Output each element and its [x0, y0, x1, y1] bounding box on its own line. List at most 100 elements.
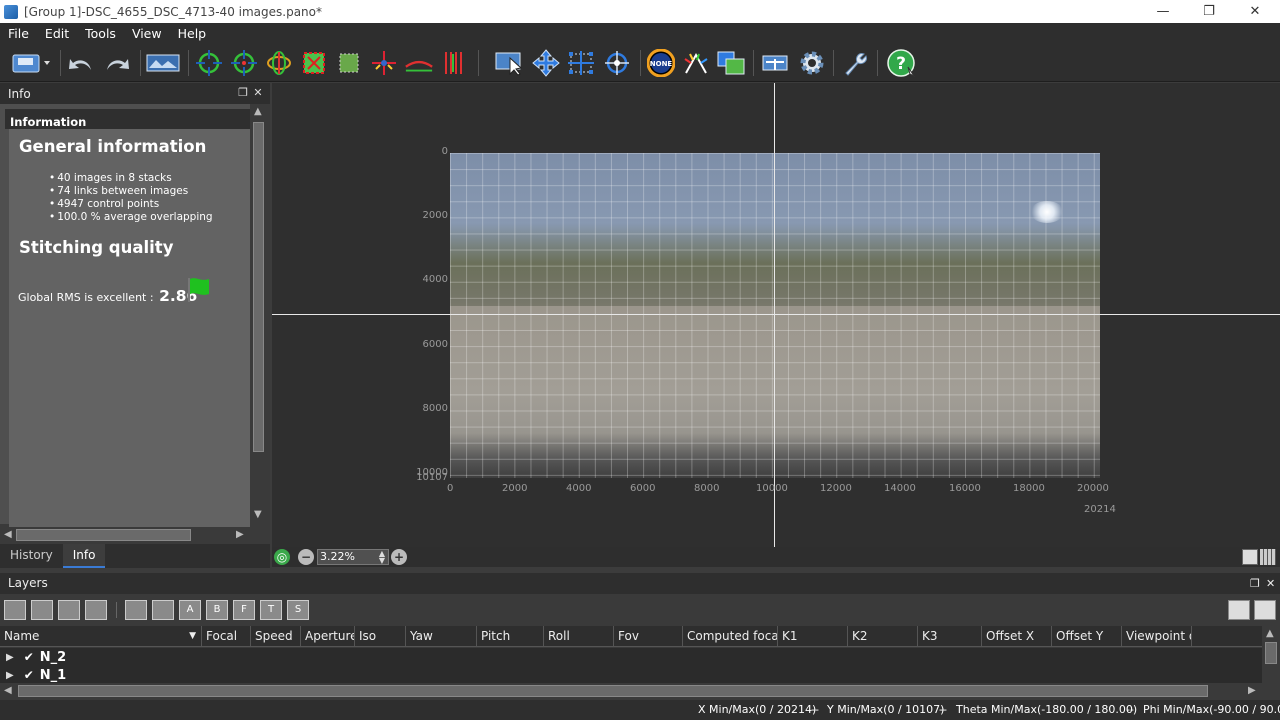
layer-t-button[interactable]: T [260, 600, 282, 620]
tab-info[interactable]: Info [62, 544, 106, 568]
y-tick-label: 4000 [422, 274, 448, 285]
layer-f-button[interactable]: F [233, 600, 255, 620]
float-dock-icon[interactable]: ❐ [236, 86, 250, 100]
zoom-fit-icon[interactable]: ◎ [274, 549, 290, 565]
layers-horizontal-scrollbar[interactable]: ◀ ▶ [0, 683, 1262, 699]
layer-a-button[interactable]: A [179, 600, 201, 620]
remove-group-icon[interactable] [152, 600, 174, 620]
scroll-left-icon[interactable]: ◀ [4, 685, 12, 696]
color-none-icon[interactable]: NONE [646, 48, 676, 78]
image-settings-icon[interactable] [85, 600, 107, 620]
horizon-icon[interactable] [264, 48, 294, 78]
layer-b-button[interactable]: B [206, 600, 228, 620]
layer-s-button[interactable]: S [287, 600, 309, 620]
target-icon[interactable] [602, 48, 632, 78]
grid-view-icon[interactable] [1260, 549, 1276, 565]
column-k3[interactable]: K3 [918, 626, 982, 647]
zoom-in-button[interactable]: + [391, 549, 407, 565]
expand-arrow-icon[interactable]: ▶ [6, 652, 14, 663]
column-focal[interactable]: Focal [202, 626, 251, 647]
tab-history[interactable]: History [0, 544, 63, 568]
add-panorama-icon[interactable] [31, 600, 53, 620]
scroll-left-icon[interactable]: ◀ [4, 529, 12, 540]
column-pitch[interactable]: Pitch [477, 626, 544, 647]
sort-arrow-icon[interactable]: ▼ [189, 626, 196, 647]
menu-tools[interactable]: Tools [77, 26, 124, 41]
list-view-icon[interactable] [1254, 600, 1276, 620]
menu-file[interactable]: File [0, 26, 37, 41]
image-properties-icon[interactable] [58, 600, 80, 620]
column-roll[interactable]: Roll [544, 626, 614, 647]
scroll-thumb[interactable] [16, 529, 191, 541]
column-k1[interactable]: K1 [778, 626, 848, 647]
zoom-out-button[interactable]: − [298, 549, 314, 565]
info-vertical-scrollbar[interactable]: ▲ ▼ [251, 104, 266, 524]
render-icon[interactable] [760, 48, 790, 78]
minimize-button[interactable]: — [1140, 0, 1186, 23]
column-fov[interactable]: Fov [614, 626, 683, 647]
expand-arrow-icon[interactable]: ▶ [6, 670, 14, 681]
column-offset-y[interactable]: Offset Y [1052, 626, 1122, 647]
zoom-spinner-icon[interactable]: ▲ ▼ [379, 550, 385, 565]
scroll-thumb[interactable] [253, 122, 264, 452]
column-iso[interactable]: Iso [355, 626, 406, 647]
menu-edit[interactable]: Edit [37, 26, 77, 41]
expand-view-icon[interactable] [1228, 600, 1250, 620]
info-horizontal-scrollbar[interactable]: ◀ ▶ [0, 527, 250, 543]
scroll-right-icon[interactable]: ▶ [1248, 685, 1256, 696]
add-group-icon[interactable] [125, 600, 147, 620]
scroll-down-icon[interactable]: ▼ [254, 509, 262, 520]
maximize-button[interactable]: ❐ [1186, 0, 1232, 23]
scroll-thumb[interactable] [18, 685, 1208, 697]
help-icon[interactable]: ? [886, 48, 916, 78]
column-yaw[interactable]: Yaw [406, 626, 477, 647]
exposure-icon[interactable] [681, 48, 711, 78]
set-center-icon[interactable] [369, 48, 399, 78]
float-dock-icon[interactable]: ❐ [1250, 573, 1260, 594]
column-speed[interactable]: Speed [251, 626, 301, 647]
straighten-icon[interactable] [404, 48, 434, 78]
column-viewpoint[interactable]: Viewpoint o [1122, 626, 1192, 647]
menu-help[interactable]: Help [170, 26, 215, 41]
column-computed-focal[interactable]: Computed focal [683, 626, 778, 647]
layers-vertical-scrollbar[interactable]: ▲ [1262, 626, 1280, 684]
settings-icon[interactable] [797, 48, 827, 78]
split-view-icon[interactable] [1242, 549, 1258, 565]
column-offset-x[interactable]: Offset X [982, 626, 1052, 647]
table-row[interactable]: ▶ ✔ N_1 [0, 666, 1262, 684]
scroll-right-icon[interactable]: ▶ [236, 529, 244, 540]
column-k2[interactable]: K2 [848, 626, 918, 647]
control-points-icon[interactable] [194, 48, 224, 78]
mask-icon[interactable] [334, 48, 364, 78]
move-tool-icon[interactable] [531, 48, 561, 78]
column-aperture[interactable]: Aperture [301, 626, 355, 647]
tools-wrench-icon[interactable] [840, 48, 870, 78]
visibility-checkbox[interactable]: ✔ [24, 650, 34, 664]
visibility-checkbox[interactable]: ✔ [24, 668, 34, 682]
redo-icon[interactable] [102, 48, 132, 78]
close-dock-icon[interactable]: ✕ [1266, 573, 1275, 594]
crop-icon[interactable] [299, 48, 329, 78]
close-window-button[interactable]: ✕ [1232, 0, 1278, 23]
undo-icon[interactable] [66, 48, 96, 78]
zoom-level-field[interactable]: 3.22% ▲ ▼ [317, 549, 389, 565]
table-row[interactable]: ▶ ✔ N_2 [0, 648, 1262, 666]
add-image-icon[interactable] [4, 600, 26, 620]
save-project-icon[interactable] [10, 48, 52, 78]
scroll-up-icon[interactable]: ▲ [254, 106, 262, 117]
transform-tool-icon[interactable] [566, 48, 596, 78]
blend-icon[interactable] [716, 48, 746, 78]
crosshair-vertical [774, 83, 775, 547]
panorama-editor-icon[interactable] [146, 48, 180, 78]
panorama-viewer[interactable]: 0 2000 4000 6000 8000 10000 10107 0 2000… [272, 83, 1280, 547]
panorama-image[interactable] [450, 153, 1100, 478]
column-name[interactable]: Name ▼ [0, 626, 202, 647]
scroll-up-icon[interactable]: ▲ [1266, 628, 1274, 639]
layers-dock: Layers ❐ ✕ A B F T S Name ▼ Focal Speed A… [0, 573, 1280, 700]
optimize-icon[interactable] [229, 48, 259, 78]
select-tool-icon[interactable] [494, 48, 524, 78]
vertical-lines-icon[interactable] [439, 48, 469, 78]
menu-view[interactable]: View [124, 26, 170, 41]
close-dock-icon[interactable]: ✕ [251, 86, 265, 100]
scroll-thumb[interactable] [1265, 642, 1277, 664]
